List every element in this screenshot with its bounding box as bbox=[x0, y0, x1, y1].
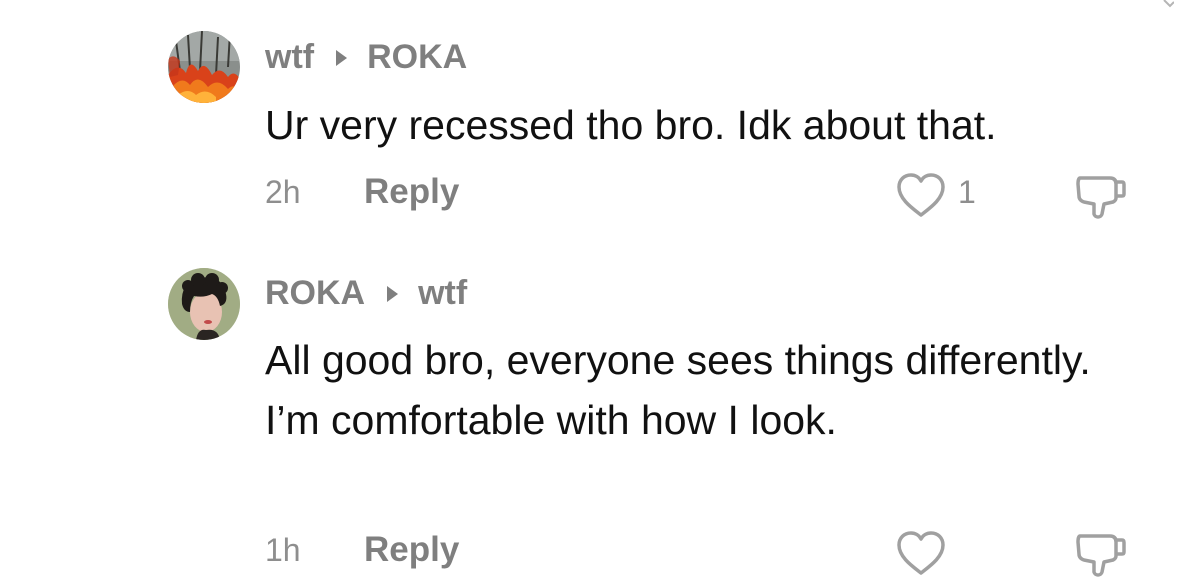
fire-forest-avatar bbox=[168, 31, 240, 103]
reply-arrow-icon bbox=[387, 285, 399, 302]
avatar[interactable] bbox=[168, 268, 240, 340]
comment-header: wtf ROKA bbox=[265, 38, 467, 77]
comment-header: ROKA wtf bbox=[265, 274, 467, 313]
thumbs-down-icon[interactable] bbox=[1074, 170, 1126, 222]
reply-to-name[interactable]: wtf bbox=[418, 274, 467, 313]
author-name[interactable]: wtf bbox=[265, 38, 314, 77]
like-count: 1 bbox=[958, 174, 976, 210]
comment-actions: 2h Reply 1 bbox=[0, 170, 1179, 220]
reply-button[interactable]: Reply bbox=[364, 530, 459, 570]
heart-outline-icon[interactable] bbox=[894, 528, 948, 578]
reply-to-name[interactable]: ROKA bbox=[367, 38, 467, 77]
comment-time: 2h bbox=[265, 174, 301, 210]
comment-item: wtf ROKA Ur very recessed tho bro. Idk a… bbox=[0, 0, 1179, 230]
comment-actions: 1h Reply bbox=[0, 528, 1179, 578]
avatar[interactable] bbox=[168, 31, 240, 103]
comment-item: ROKA wtf All good bro, everyone sees thi… bbox=[0, 230, 1179, 577]
person-portrait-avatar bbox=[168, 268, 240, 340]
reply-button[interactable]: Reply bbox=[364, 172, 459, 212]
comment-time: 1h bbox=[265, 532, 301, 568]
comment-text: All good bro, everyone sees things diffe… bbox=[265, 337, 1091, 443]
heart-outline-icon[interactable] bbox=[894, 170, 948, 220]
author-name[interactable]: ROKA bbox=[265, 274, 365, 313]
comment-text: Ur very recessed tho bro. Idk about that… bbox=[265, 102, 997, 148]
reply-arrow-icon bbox=[336, 49, 348, 66]
thumbs-down-icon[interactable] bbox=[1074, 528, 1126, 580]
